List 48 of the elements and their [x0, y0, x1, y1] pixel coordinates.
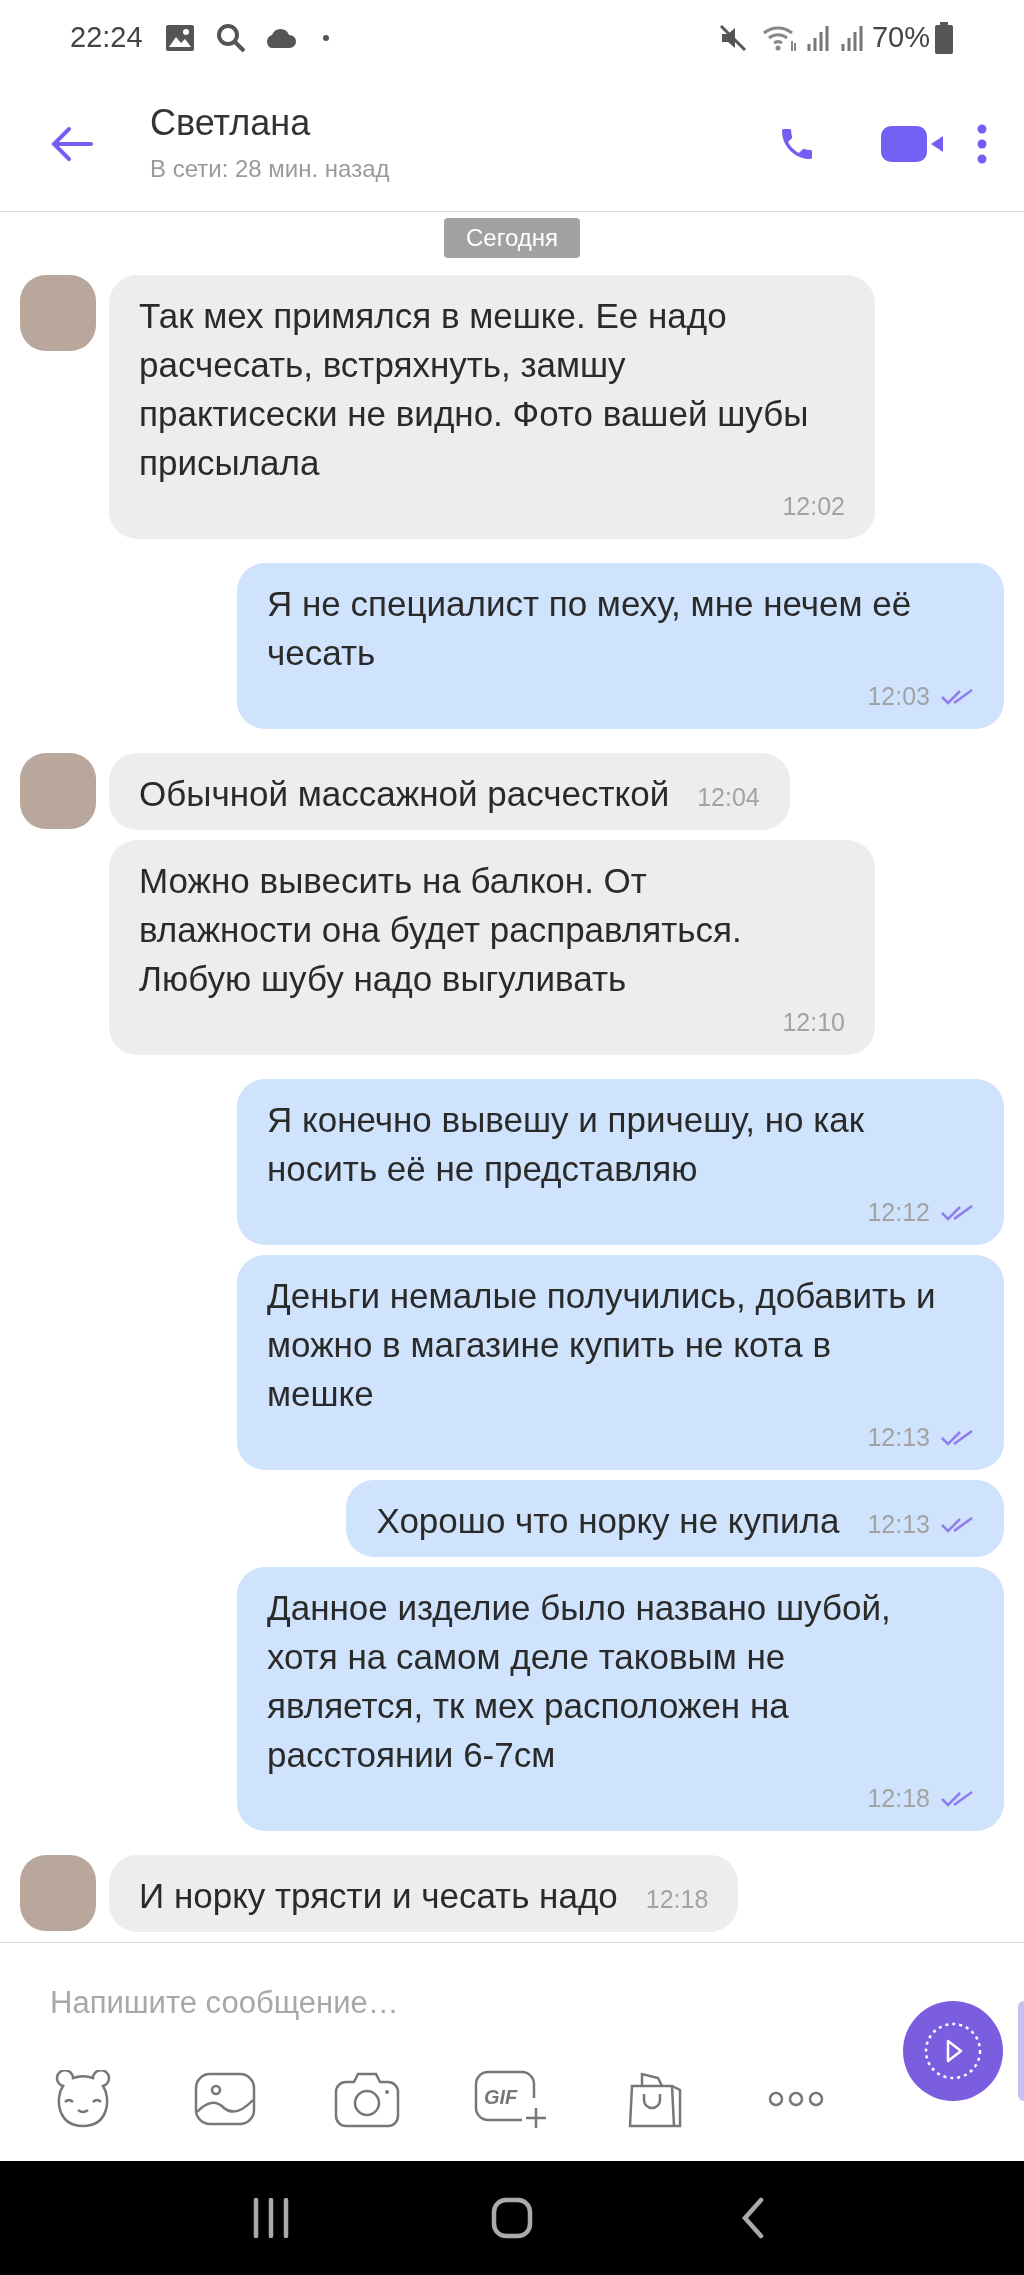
message-time: 12:12 — [867, 1197, 930, 1229]
image-icon — [194, 2072, 256, 2126]
mute-icon — [717, 23, 748, 53]
camera-icon — [334, 2070, 400, 2128]
avatar[interactable] — [20, 1855, 96, 1931]
signal-icon — [839, 24, 864, 52]
message-text: Можно вывесить на балкон. От влажности она будет расправляться. Любую шубу надо выгуливать — [139, 860, 743, 1000]
contact-name: Светлана — [150, 100, 312, 145]
gif-button[interactable]: GIF — [474, 2068, 546, 2130]
gif-frame-icon — [474, 2068, 546, 2130]
message-text: Данное изделие было названо шубой, хотя на самом деле таковым не является, тк мех расположен на расстоянии 6-7см — [267, 1587, 892, 1776]
search-icon — [214, 22, 247, 54]
message-time: 12:18 — [645, 1884, 709, 1916]
message-time: 12:13 — [867, 1509, 930, 1541]
avatar[interactable] — [20, 275, 96, 351]
recent-apps-icon — [251, 2198, 290, 2238]
message-time: 12:04 — [697, 782, 760, 814]
message-input[interactable]: Напишите сообщение… — [50, 1973, 850, 2033]
status-time: 22:24 — [70, 20, 143, 56]
battery-percent: 70% — [871, 20, 930, 56]
image-icon — [164, 24, 195, 52]
play-in-dashed-circle-icon — [923, 2021, 983, 2081]
gif-label: GIF — [484, 2085, 518, 2110]
message-text: Так мех примялся в мешке. Ее надо расчесать, встряхнуть, замшу практисески не видно. Фото вашей шубы присылала — [139, 295, 810, 484]
more-icon — [977, 123, 987, 164]
dot-icon — [322, 35, 329, 41]
message-text: И норку трясти и чесать надо — [139, 1875, 618, 1917]
battery-icon — [934, 22, 954, 54]
shopping-bag-icon — [628, 2070, 682, 2128]
message-time: 12:18 — [867, 1783, 930, 1815]
avatar[interactable] — [20, 753, 96, 829]
home-icon — [491, 2197, 533, 2239]
message-time: 12:10 — [782, 1007, 845, 1039]
video-camera-icon — [881, 123, 945, 164]
message-time: 12:02 — [782, 491, 845, 523]
back-icon — [51, 125, 93, 162]
more-icon — [768, 2091, 824, 2107]
message-text: Деньги немалые получились, добавить и можно в магазине купить не кота в мешке — [267, 1275, 937, 1415]
signal-icon — [805, 24, 830, 52]
message-text: Я конечно вывешу и причешу, но как носить её не представляю — [267, 1099, 866, 1190]
last-seen-status: В сети: 28 мин. назад — [150, 153, 390, 184]
message-text: Хорошо что норку не купила — [376, 1500, 840, 1542]
date-label: Сегодня — [444, 218, 580, 258]
message-time: 12:03 — [867, 681, 930, 713]
message-time: 12:13 — [867, 1422, 930, 1454]
message-text: Я не специалист по меху, мне нечем её чесать — [267, 583, 913, 674]
message-text: Обычной массажной расчесткой — [139, 773, 670, 815]
back-icon — [741, 2197, 766, 2239]
